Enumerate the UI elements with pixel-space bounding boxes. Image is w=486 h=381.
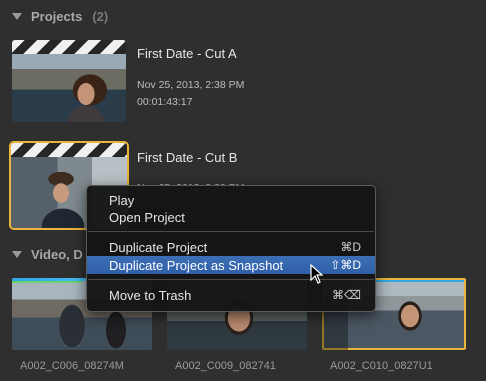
menu-item-open-project[interactable]: Open Project bbox=[87, 208, 375, 226]
projects-count: (2) bbox=[92, 8, 109, 24]
project-frame-image bbox=[12, 54, 126, 122]
menu-shortcut: ⌘D bbox=[340, 240, 361, 254]
menu-separator bbox=[88, 279, 374, 280]
clapperboard-icon bbox=[12, 40, 126, 54]
context-menu: Play Open Project Duplicate Project ⌘D D… bbox=[86, 185, 376, 312]
project-date: Nov 25, 2013, 2:38 PM bbox=[137, 79, 245, 91]
menu-item-duplicate-project[interactable]: Duplicate Project ⌘D bbox=[87, 238, 375, 256]
project-title[interactable]: First Date - Cut A bbox=[137, 46, 237, 61]
video-section-header[interactable]: Video, D bbox=[0, 243, 83, 265]
menu-item-duplicate-as-snapshot[interactable]: Duplicate Project as Snapshot ⇧⌘D bbox=[87, 256, 375, 274]
project-duration: 00:01:43:17 bbox=[137, 96, 193, 108]
menu-item-label: Open Project bbox=[109, 209, 185, 225]
menu-separator bbox=[88, 231, 374, 232]
projects-section-header[interactable]: Projects (2) bbox=[0, 5, 108, 27]
menu-item-move-to-trash[interactable]: Move to Trash ⌘⌫ bbox=[87, 286, 375, 304]
clapperboard-icon bbox=[11, 143, 127, 157]
disclosure-triangle-icon[interactable] bbox=[12, 12, 22, 20]
menu-item-play[interactable]: Play bbox=[87, 191, 375, 209]
menu-shortcut: ⌘⌫ bbox=[332, 288, 361, 302]
menu-item-label: Move to Trash bbox=[109, 287, 192, 303]
projects-section-title: Projects bbox=[31, 8, 83, 24]
menu-shortcut: ⇧⌘D bbox=[330, 258, 361, 272]
menu-item-label: Duplicate Project as Snapshot bbox=[109, 257, 284, 273]
project-title[interactable]: First Date - Cut B bbox=[137, 150, 237, 165]
clip-marker-bar bbox=[12, 281, 82, 283]
mouse-pointer-icon bbox=[310, 264, 324, 284]
project-thumbnail-cut-a[interactable] bbox=[12, 40, 126, 122]
menu-item-label: Play bbox=[109, 192, 135, 208]
menu-item-label: Duplicate Project bbox=[109, 239, 208, 255]
disclosure-triangle-icon[interactable] bbox=[12, 250, 22, 258]
video-section-title: Video, D bbox=[31, 246, 83, 262]
clip-label: A002_C009_082741 bbox=[175, 360, 276, 372]
clip-label: A002_C006_08274M bbox=[20, 360, 124, 372]
clip-label: A002_C010_0827U1 bbox=[330, 360, 433, 372]
